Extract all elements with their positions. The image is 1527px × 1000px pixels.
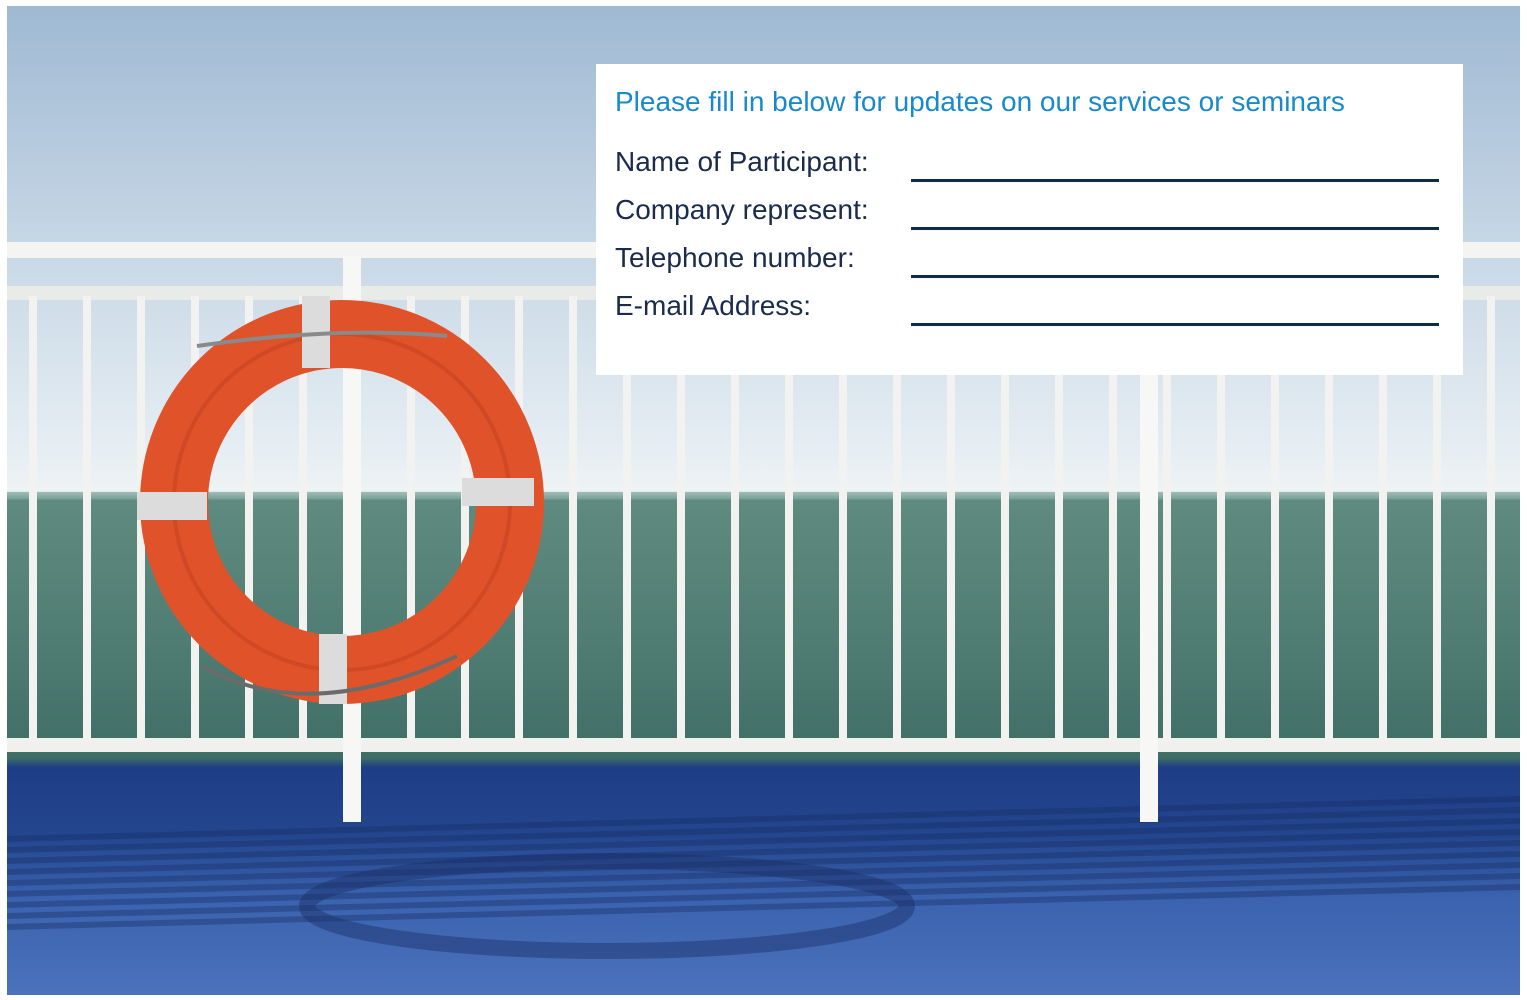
participant-name-label: Name of Participant: — [615, 146, 869, 177]
railing-bottom-rail — [7, 738, 1520, 752]
email-field[interactable] — [911, 323, 1439, 326]
railing-baluster — [1487, 296, 1495, 741]
telephone-field[interactable] — [911, 275, 1439, 278]
company-row: Company represent: — [615, 194, 1439, 230]
railing-baluster — [29, 296, 37, 741]
telephone-label: Telephone number: — [615, 242, 855, 273]
railing-baluster — [83, 296, 91, 741]
email-row: E-mail Address: — [615, 290, 1439, 326]
railing-baluster — [569, 296, 577, 741]
email-label: E-mail Address: — [615, 290, 812, 321]
company-field[interactable] — [911, 227, 1439, 230]
signup-form: Please fill in below for updates on our … — [596, 64, 1463, 375]
horizon-line — [7, 492, 1520, 498]
participant-name-row: Name of Participant: — [615, 146, 1439, 182]
company-label: Company represent: — [615, 194, 869, 225]
telephone-row: Telephone number: — [615, 242, 1439, 278]
participant-name-field[interactable] — [911, 179, 1439, 182]
form-heading: Please fill in below for updates on our … — [615, 86, 1345, 117]
